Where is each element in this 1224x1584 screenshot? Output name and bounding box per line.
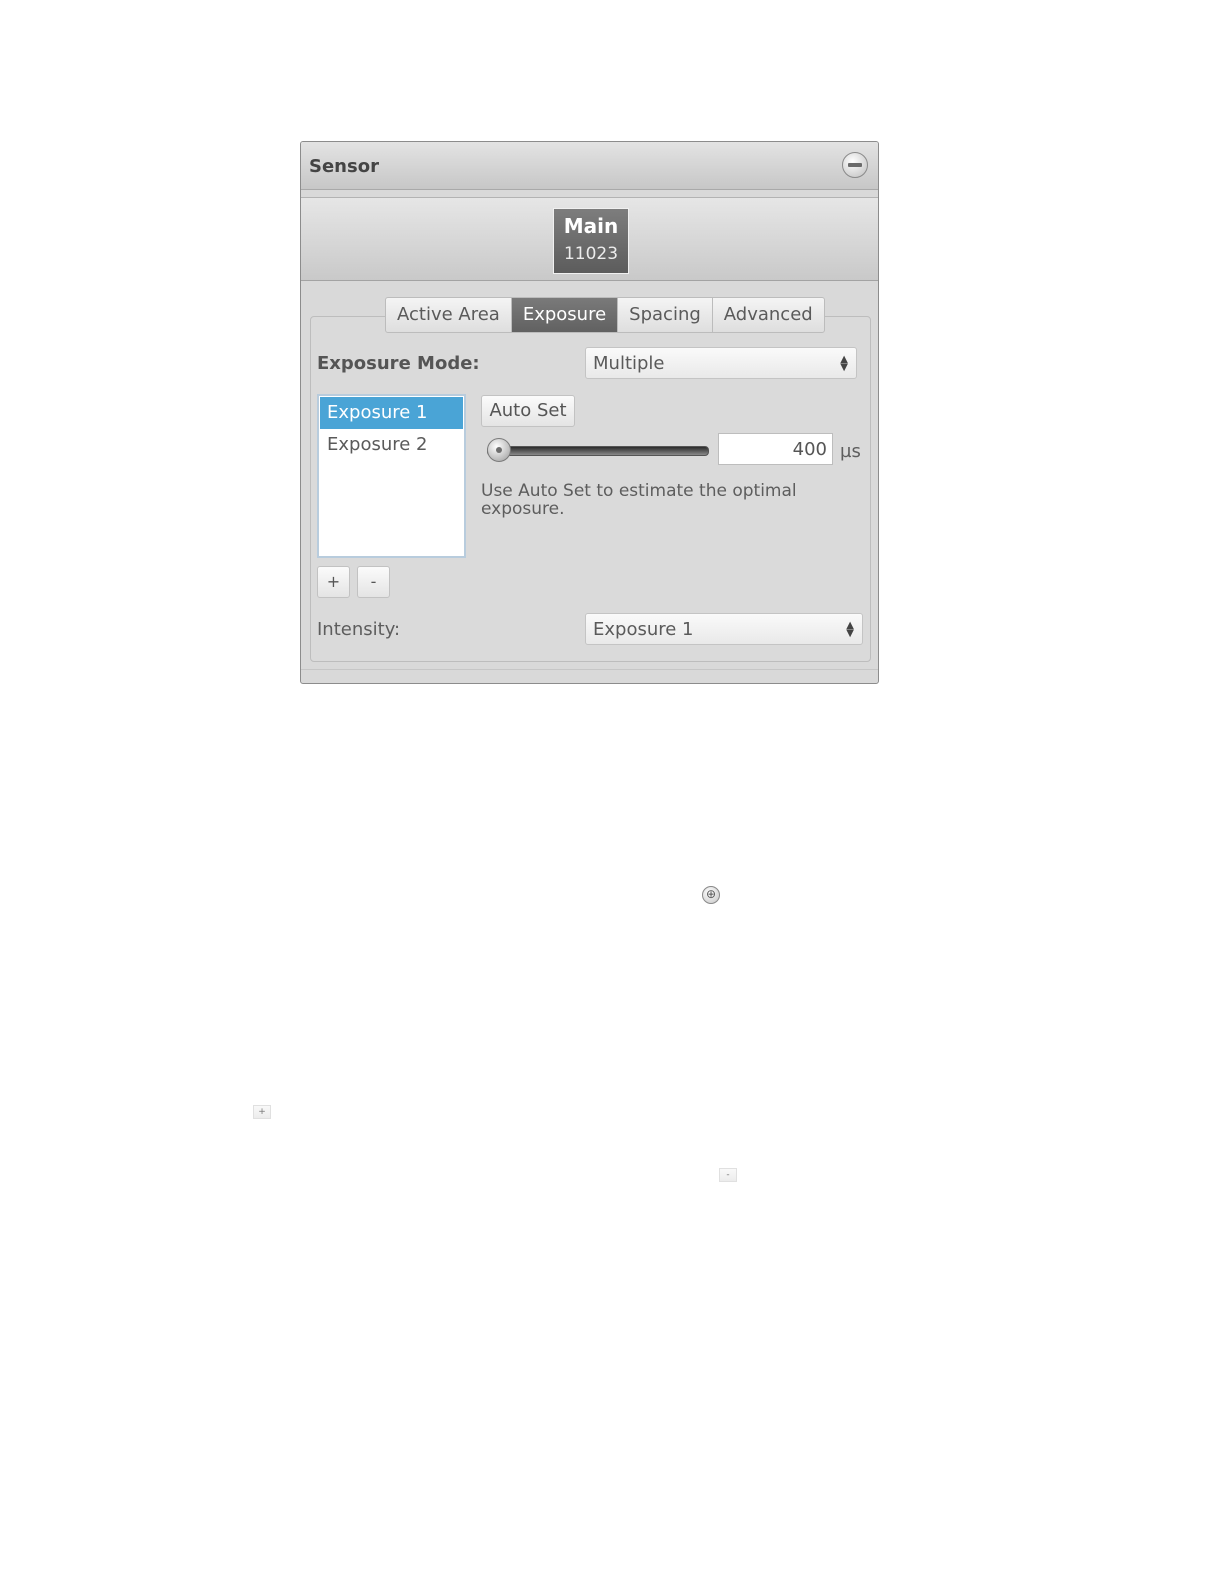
auto-set-help-text: Use Auto Set to estimate the optimal exp…: [481, 481, 797, 519]
intensity-label: Intensity:: [317, 619, 401, 640]
exposure-list[interactable]: Exposure 1 Exposure 2: [317, 394, 466, 558]
select-arrows-icon: ▲ ▼: [840, 354, 848, 373]
panel-header: Sensor: [301, 142, 878, 190]
sensor-name: Main: [563, 214, 619, 238]
remove-exposure-button[interactable]: -: [357, 566, 390, 598]
auto-set-button[interactable]: Auto Set: [481, 395, 575, 427]
minus-circle-icon[interactable]: [842, 152, 868, 178]
sensor-panel: Sensor Main 11023 Active Area Exposure S…: [300, 141, 879, 684]
tab-bar: Active Area Exposure Spacing Advanced: [385, 297, 825, 333]
slider-thumb[interactable]: [487, 438, 512, 462]
exposure-slider[interactable]: [481, 438, 711, 462]
intensity-value: Exposure 1: [593, 619, 694, 640]
list-item-exposure-2[interactable]: Exposure 2: [320, 429, 463, 461]
panel-title: Sensor: [309, 156, 379, 177]
intensity-select[interactable]: Exposure 1 ▲ ▼: [585, 613, 863, 645]
list-item-exposure-1[interactable]: Exposure 1: [320, 397, 463, 429]
tab-spacing[interactable]: Spacing: [618, 298, 713, 332]
sensor-main-button[interactable]: Main 11023: [553, 208, 629, 274]
tab-active-area[interactable]: Active Area: [386, 298, 512, 332]
exposure-unit-label: µs: [840, 441, 861, 462]
panel-footer-divider: [301, 669, 878, 670]
exposure-mode-label: Exposure Mode:: [317, 353, 480, 374]
add-circle-icon: ⊕: [702, 886, 720, 904]
exposure-mode-select[interactable]: Multiple ▲ ▼: [585, 347, 857, 379]
exposure-mode-value: Multiple: [593, 353, 665, 374]
exposure-value-input[interactable]: [718, 433, 833, 465]
slider-track: [487, 446, 709, 456]
plus-button-icon: +: [253, 1105, 271, 1119]
sensor-serial: 11023: [563, 244, 619, 264]
sensor-strip: Main 11023: [301, 197, 878, 281]
minus-button-icon: -: [719, 1168, 737, 1182]
tab-advanced[interactable]: Advanced: [713, 298, 824, 332]
select-arrows-icon: ▲ ▼: [846, 620, 854, 639]
tab-exposure[interactable]: Exposure: [511, 298, 619, 332]
add-exposure-button[interactable]: +: [317, 566, 350, 598]
